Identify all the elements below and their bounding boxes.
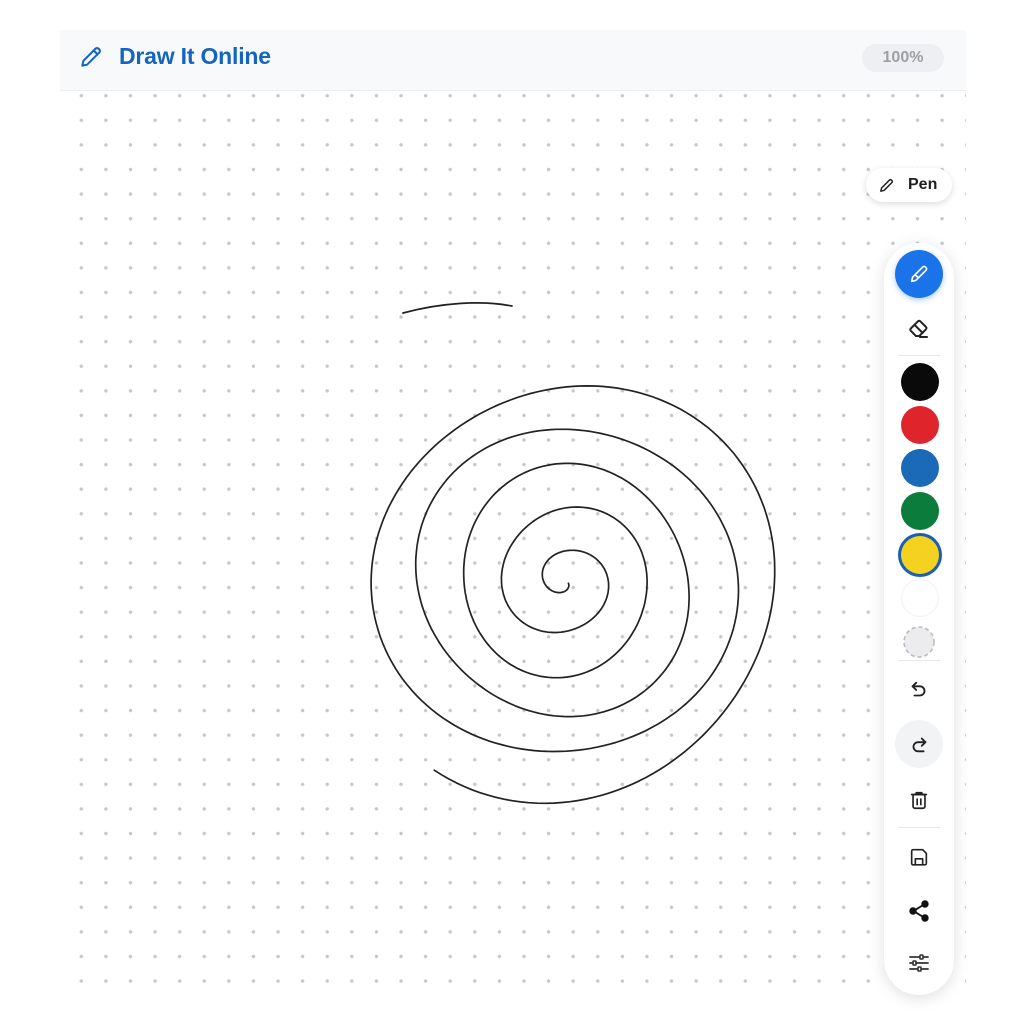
spiral-drawing — [370, 302, 776, 805]
trash-icon — [910, 791, 928, 810]
app-title: Draw It Online — [119, 43, 271, 69]
share-button[interactable] — [895, 887, 943, 935]
current-tool-indicator: Pen — [866, 168, 952, 202]
toolbar-divider — [898, 827, 940, 828]
eraser-tool-button[interactable] — [895, 305, 943, 353]
color-swatch-blue[interactable] — [901, 449, 939, 487]
undo-button[interactable] — [895, 666, 943, 714]
eraser-icon — [909, 319, 928, 338]
redo-button[interactable] — [895, 720, 943, 768]
redo-icon — [912, 737, 927, 753]
settings-button[interactable] — [895, 939, 943, 987]
save-icon — [910, 848, 928, 866]
tool-palette — [884, 243, 954, 995]
pencil-icon — [910, 265, 928, 283]
toolbar-divider — [898, 355, 940, 356]
zoom-level[interactable]: 100% — [862, 44, 944, 72]
share-icon — [909, 900, 929, 922]
drawing-canvas[interactable]: Pen — [60, 91, 966, 1000]
color-swatch-yellow[interactable] — [901, 536, 939, 574]
undo-icon — [911, 681, 926, 697]
sliders-icon — [909, 954, 929, 972]
pencil-icon — [81, 47, 101, 67]
color-swatch-green[interactable] — [901, 492, 939, 530]
color-swatch-black[interactable] — [901, 363, 939, 401]
color-swatch-white[interactable] — [901, 579, 939, 617]
custom-color-button[interactable] — [895, 618, 943, 666]
save-button[interactable] — [895, 833, 943, 881]
color-swatch-red[interactable] — [901, 406, 939, 444]
pencil-icon — [880, 178, 894, 192]
current-tool-label: Pen — [908, 176, 938, 193]
pen-stroke — [402, 302, 513, 314]
toolbar-divider — [898, 660, 940, 661]
pen-tool-button[interactable] — [895, 250, 943, 298]
clear-canvas-button[interactable] — [895, 776, 943, 824]
dashed-circle-icon — [903, 626, 935, 658]
pen-stroke — [370, 385, 776, 805]
drawing-app: Draw It Online 100% Pen — [60, 30, 966, 1000]
app-header: Draw It Online 100% — [60, 30, 966, 91]
